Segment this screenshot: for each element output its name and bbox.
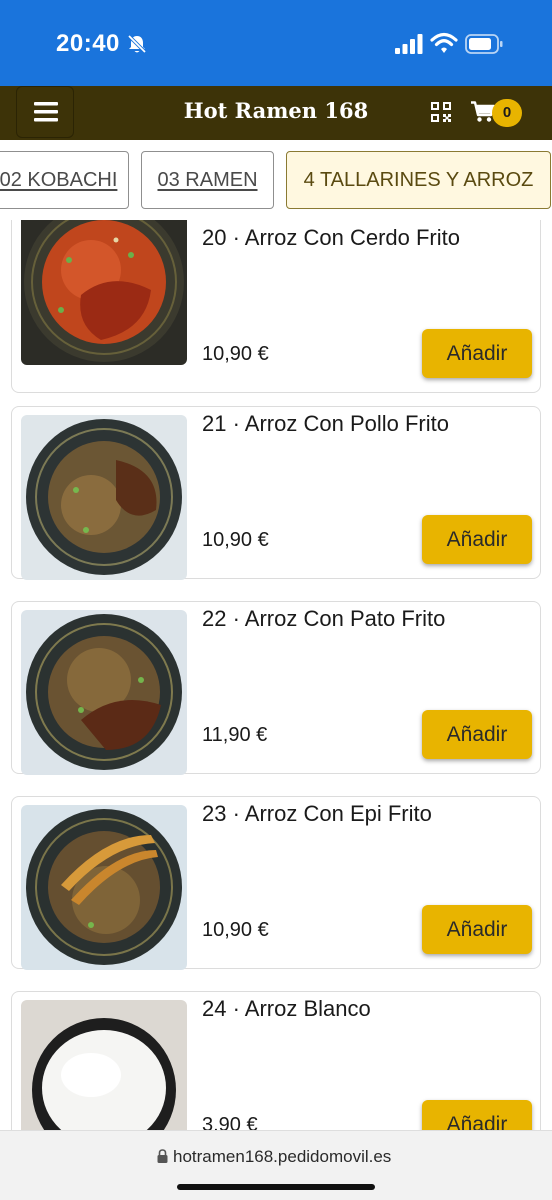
add-button[interactable]: Añadir [422, 710, 532, 759]
cellular-signal-icon [395, 34, 423, 54]
battery-icon [465, 34, 503, 54]
bell-off-icon [127, 34, 147, 54]
wifi-icon [430, 32, 458, 53]
tab-tallarines-y-arroz[interactable]: 4 TALLARINES Y ARROZ [286, 151, 551, 209]
cart-count-badge[interactable]: 0 [492, 99, 522, 127]
qr-code-icon[interactable] [431, 102, 451, 122]
product-image-chicken-rice [21, 415, 187, 580]
add-button[interactable]: Añadir [422, 515, 532, 564]
category-tabs: 02 KOBACHI 03 RAMEN 4 TALLARINES Y ARROZ [0, 140, 552, 220]
product-image-white-rice [21, 1000, 187, 1130]
app-header: Hot Ramen 168 0 [0, 86, 552, 140]
product-price: 11,90 € [202, 724, 268, 746]
product-card[interactable]: 24 · Arroz Blanco 3,90 € Añadir [11, 991, 541, 1130]
product-name: 20 · Arroz Con Cerdo Frito [202, 225, 460, 250]
product-image-shrimp-rice [21, 805, 187, 970]
status-bar: 20:40 [0, 0, 552, 86]
status-time: 20:40 [56, 30, 120, 57]
product-image-pork-rice [21, 220, 187, 365]
product-image-duck-rice [21, 610, 187, 775]
product-card[interactable]: 23 · Arroz Con Epi Frito 10,90 € Añadir [11, 796, 541, 970]
product-price: 10,90 € [202, 343, 269, 365]
add-button[interactable]: Añadir [422, 1100, 532, 1130]
add-button[interactable]: Añadir [422, 905, 532, 954]
product-name: 23 · Arroz Con Epi Frito [202, 801, 432, 826]
product-price: 10,90 € [202, 529, 269, 551]
tab-ramen[interactable]: 03 RAMEN [141, 151, 274, 209]
product-name: 22 · Arroz Con Pato Frito [202, 606, 446, 631]
product-card[interactable]: 22 · Arroz Con Pato Frito 11,90 € Añadir [11, 601, 541, 775]
lock-icon [157, 1149, 168, 1163]
add-button[interactable]: Añadir [422, 329, 532, 378]
app-title: Hot Ramen 168 [183, 98, 369, 123]
product-name: 24 · Arroz Blanco [202, 996, 371, 1021]
browser-address-bar[interactable]: hotramen168.pedidomovil.es [0, 1130, 552, 1200]
product-name: 21 · Arroz Con Pollo Frito [202, 411, 449, 436]
product-list: 20 · Arroz Con Cerdo Frito 10,90 € Añadi… [0, 220, 552, 1130]
product-card[interactable]: 21 · Arroz Con Pollo Frito 10,90 € Añadi… [11, 406, 541, 580]
tab-kobachi[interactable]: 02 KOBACHI [0, 151, 129, 209]
product-price: 10,90 € [202, 919, 269, 941]
product-card[interactable]: 20 · Arroz Con Cerdo Frito 10,90 € Añadi… [11, 220, 541, 393]
url-text[interactable]: hotramen168.pedidomovil.es [173, 1147, 391, 1167]
home-indicator[interactable] [177, 1184, 375, 1190]
product-price: 3,90 € [202, 1114, 258, 1130]
